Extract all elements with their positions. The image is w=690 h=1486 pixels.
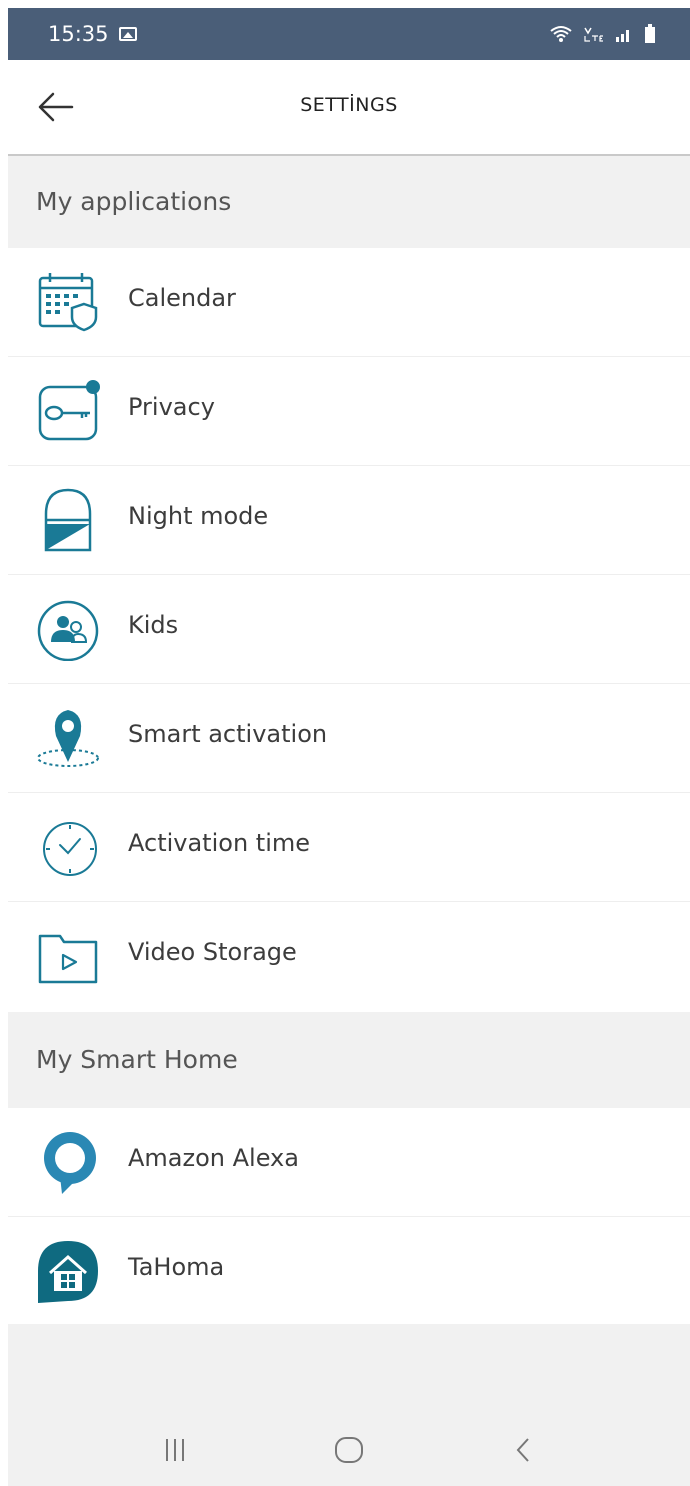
- settings-item-video-storage[interactable]: Video Storage: [8, 902, 690, 1012]
- signal-icon: [616, 30, 629, 42]
- settings-item-label: TaHoma: [128, 1253, 225, 1281]
- settings-item-label: Video Storage: [128, 938, 297, 966]
- section-header-my-smart-home: My Smart Home: [8, 1012, 690, 1108]
- gallery-notification-icon: [118, 27, 137, 41]
- tahoma-icon: [38, 1241, 98, 1303]
- kids-icon: [37, 600, 99, 661]
- status-bar: 15:35: [8, 8, 690, 60]
- settings-item-smart-activation[interactable]: Smart activation: [8, 684, 690, 793]
- system-back-button[interactable]: [503, 1430, 543, 1470]
- location-pin-icon: [37, 710, 99, 767]
- chevron-left-icon: [516, 1438, 529, 1462]
- recent-apps-icon: [166, 1439, 184, 1461]
- video-folder-icon: [38, 934, 98, 984]
- settings-item-night-mode[interactable]: Night mode: [8, 466, 690, 575]
- section-header-my-applications: My applications: [8, 156, 690, 248]
- app-bar: SETTİNGS: [8, 60, 690, 156]
- settings-item-label: Privacy: [128, 393, 215, 421]
- recent-apps-button[interactable]: [155, 1430, 195, 1470]
- volte-icon: [584, 27, 603, 42]
- settings-item-label: Kids: [128, 611, 179, 639]
- wifi-icon: [550, 26, 572, 42]
- system-navigation-bar: [8, 1414, 690, 1486]
- alexa-icon: [44, 1132, 96, 1194]
- calendar-shield-icon: [38, 273, 98, 332]
- key-icon: [38, 380, 100, 441]
- home-button[interactable]: [329, 1430, 369, 1470]
- settings-item-kids[interactable]: Kids: [8, 575, 690, 684]
- status-time: 15:35: [48, 22, 109, 46]
- settings-item-label: Night mode: [128, 502, 269, 530]
- settings-item-label: Smart activation: [128, 720, 328, 748]
- settings-item-label: Calendar: [128, 284, 236, 312]
- settings-item-label: Activation time: [128, 829, 311, 857]
- settings-item-tahoma[interactable]: TaHoma: [8, 1217, 690, 1324]
- settings-item-label: Amazon Alexa: [128, 1144, 299, 1172]
- settings-item-activation-time[interactable]: Activation time: [8, 793, 690, 902]
- night-mode-icon: [44, 488, 92, 552]
- battery-icon: [645, 24, 655, 43]
- settings-item-privacy[interactable]: Privacy: [8, 357, 690, 466]
- home-circle-icon: [335, 1437, 363, 1463]
- settings-item-amazon-alexa[interactable]: Amazon Alexa: [8, 1108, 690, 1217]
- settings-item-calendar[interactable]: Calendar: [8, 248, 690, 357]
- page-title: SETTİNGS: [300, 94, 398, 116]
- clock-icon: [43, 822, 97, 876]
